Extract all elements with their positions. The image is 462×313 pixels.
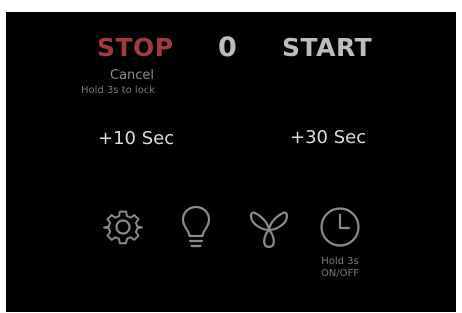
add-10-seconds-button[interactable]: +10 Sec [98,128,174,149]
bulb-icon[interactable] [179,205,213,251]
gear-icon[interactable] [102,206,144,248]
counter-display: 0 [218,32,237,63]
start-button[interactable]: START [282,33,372,62]
timer-hint-line-2: ON/OFF [320,268,360,279]
timer-hint-line-1: Hold 3s [321,256,359,267]
cancel-label: Cancel [110,68,155,83]
fan-icon[interactable] [249,208,289,248]
lock-hint: Hold 3s to lock [81,85,156,96]
control-panel: STOP 0 START Cancel Hold 3s to lock +10 … [6,12,456,312]
stop-button[interactable]: STOP [97,33,174,62]
clock-icon[interactable] [319,206,361,248]
add-30-seconds-button[interactable]: +30 Sec [290,127,366,148]
timer-hint: Hold 3s ON/OFF [302,256,378,280]
